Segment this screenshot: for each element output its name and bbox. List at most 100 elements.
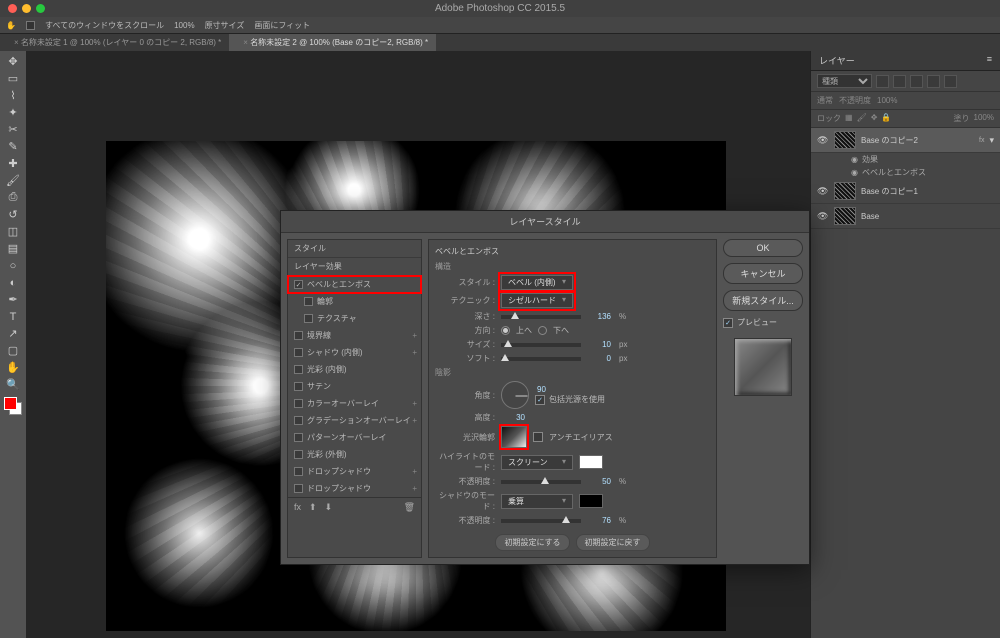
layer-name[interactable]: Base のコピー1 [861,186,994,197]
gradient-tool[interactable]: ▤ [2,240,24,257]
highlight-opacity-value[interactable]: 50 [587,477,613,486]
lock-all-icon[interactable]: 🔒 [881,113,891,124]
gloss-contour-picker[interactable] [501,426,527,448]
shadow-mode-select[interactable]: 乗算 [501,494,573,509]
layer-thumb[interactable] [834,182,856,200]
layer-name[interactable]: Base [861,212,994,221]
zoom-window[interactable] [36,4,45,13]
pen-tool[interactable]: ✒ [2,291,24,308]
chevron-down-icon[interactable]: ▾ [989,135,994,146]
marquee-tool[interactable]: ▭ [2,70,24,87]
close-icon[interactable]: × [14,38,19,47]
shape-tool[interactable]: ▢ [2,342,24,359]
lasso-tool[interactable]: ⌇ [2,87,24,104]
eyedropper-tool[interactable]: ✎ [2,138,24,155]
layer-thumb[interactable] [834,131,856,149]
effect-drop-shadow-2[interactable]: ドロップシャドウ+ [288,480,421,497]
style-select[interactable]: ベベル (内側) [501,275,573,290]
trash-icon[interactable]: 🗑 [404,502,415,513]
angle-value[interactable]: 90 [535,385,548,394]
history-brush-tool[interactable]: ↺ [2,206,24,223]
fx-menu-icon[interactable]: fx [294,502,301,513]
add-icon[interactable]: + [412,467,417,476]
depth-value[interactable]: 136 [587,312,613,321]
zoom-tool[interactable]: 🔍 [2,376,24,393]
preview-checkbox[interactable] [723,318,733,328]
size-value[interactable]: 10 [587,340,613,349]
visibility-icon[interactable]: 👁 [817,186,829,197]
actual-size-button[interactable]: 原寸サイズ [205,20,245,31]
dodge-tool[interactable]: ◐ [2,274,24,291]
filter-smart-icon[interactable] [944,75,957,88]
effect-stroke[interactable]: 境界線+ [288,327,421,344]
global-light-checkbox[interactable] [535,395,545,405]
path-tool[interactable]: ↗ [2,325,24,342]
type-tool[interactable]: T [2,308,24,325]
up-icon[interactable]: ⬆ [309,502,317,513]
minimize-window[interactable] [22,4,31,13]
soften-value[interactable]: 0 [587,354,613,363]
effect-drop-shadow[interactable]: ドロップシャドウ+ [288,463,421,480]
close-window[interactable] [8,4,17,13]
blend-mode-select[interactable]: 通常 [817,95,833,106]
stamp-tool[interactable]: ⎙ [2,189,24,206]
highlight-color-swatch[interactable] [579,455,603,469]
highlight-mode-select[interactable]: スクリーン [501,455,573,470]
layer-filter-kind[interactable]: 種類 [817,74,872,88]
reset-default-button[interactable]: 初期設定に戻す [576,534,650,551]
highlight-opacity-slider[interactable] [501,480,581,484]
filter-adjust-icon[interactable] [893,75,906,88]
lock-pixel-icon[interactable]: 🖌 [857,113,867,124]
cancel-button[interactable]: キャンセル [723,263,803,284]
styles-header[interactable]: スタイル [288,240,421,258]
crop-tool[interactable]: ✂ [2,121,24,138]
down-icon[interactable]: ⬇ [325,502,333,513]
add-icon[interactable]: + [412,416,417,425]
size-slider[interactable] [501,343,581,347]
add-icon[interactable]: + [412,348,417,357]
visibility-icon[interactable]: 👁 [817,135,829,146]
heal-tool[interactable]: ✚ [2,155,24,172]
close-icon[interactable]: × [243,38,248,47]
hand-tool[interactable]: ✋ [2,359,24,376]
layers-panel-tab[interactable]: レイヤー [819,54,855,67]
scroll-all-checkbox[interactable] [26,21,35,30]
effect-color-overlay[interactable]: カラーオーバーレイ+ [288,395,421,412]
lock-position-icon[interactable]: ✥ [871,113,878,124]
direction-up-radio[interactable] [501,326,510,335]
zoom-value[interactable]: 100% [174,21,194,30]
effect-inner-glow[interactable]: 光彩 (内側) [288,361,421,378]
visibility-icon[interactable]: 👁 [817,211,829,222]
blur-tool[interactable]: ○ [2,257,24,274]
new-style-button[interactable]: 新規スタイル... [723,290,803,311]
effect-bevel-row[interactable]: ◉ベベルとエンボス [811,166,1000,179]
filter-shape-icon[interactable] [927,75,940,88]
layer-row[interactable]: 👁 Base のコピー2 fx ▾ [811,128,1000,153]
effect-gradient-overlay[interactable]: グラデーションオーバーレイ+ [288,412,421,429]
effects-header[interactable]: ◉効果 [811,153,1000,166]
layer-name[interactable]: Base のコピー2 [861,135,974,146]
brush-tool[interactable]: 🖌 [2,172,24,189]
filter-pixel-icon[interactable] [876,75,889,88]
add-icon[interactable]: + [412,484,417,493]
technique-select[interactable]: シゼルハード [501,293,573,308]
filter-type-icon[interactable] [910,75,923,88]
direction-down-radio[interactable] [538,326,547,335]
layer-row[interactable]: 👁 Base [811,204,1000,229]
soften-slider[interactable] [501,357,581,361]
effect-satin[interactable]: サテン [288,378,421,395]
depth-slider[interactable] [501,315,581,319]
shadow-opacity-slider[interactable] [501,519,581,523]
effect-contour[interactable]: 輪郭 [288,293,421,310]
add-icon[interactable]: + [412,399,417,408]
add-icon[interactable]: + [412,331,417,340]
fit-screen-button[interactable]: 画面にフィット [254,20,310,31]
effect-texture[interactable]: テクスチャ [288,310,421,327]
move-tool[interactable]: ✥ [2,53,24,70]
layer-row[interactable]: 👁 Base のコピー1 [811,179,1000,204]
wand-tool[interactable]: ✦ [2,104,24,121]
color-swatch[interactable] [4,397,22,415]
document-tab-2[interactable]: × 名称未設定 2 @ 100% (Base のコピー2, RGB/8) * [229,34,436,51]
effect-inner-shadow[interactable]: シャドウ (内側)+ [288,344,421,361]
panel-menu-icon[interactable]: ≡ [987,54,992,67]
